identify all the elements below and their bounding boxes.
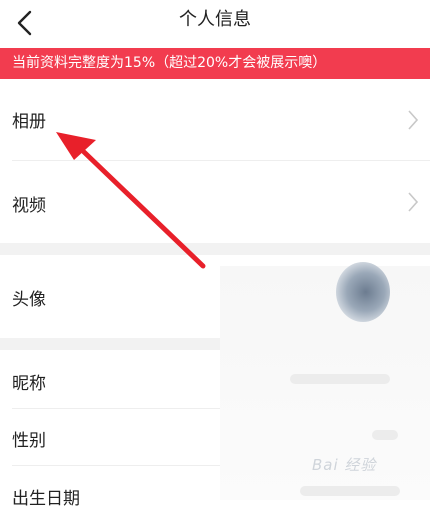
- row-birthday-label: 出生日期: [12, 489, 80, 509]
- header-bar: 个人信息: [0, 0, 430, 48]
- row-gender-label: 性别: [12, 431, 46, 451]
- chevron-right-icon: [408, 192, 419, 212]
- blurred-gender-value: [372, 430, 398, 440]
- blurred-nickname-value: [290, 374, 390, 384]
- page-title: 个人信息: [179, 9, 251, 30]
- avatar[interactable]: [336, 262, 390, 322]
- chevron-right-icon: [408, 110, 419, 130]
- blurred-birthday-value: [300, 486, 400, 496]
- row-avatar-label: 头像: [12, 290, 46, 310]
- watermark-logo: Bai 经验: [312, 456, 377, 474]
- section-gap: [0, 243, 430, 255]
- row-album[interactable]: 相册: [0, 79, 430, 160]
- row-video[interactable]: 视频: [0, 161, 430, 243]
- row-video-label: 视频: [12, 196, 46, 216]
- row-nickname-label: 昵称: [12, 374, 46, 394]
- row-album-label: 相册: [12, 112, 46, 132]
- profile-completion-banner: 当前资料完整度为15%（超过20%才会被展示噢）: [0, 48, 430, 79]
